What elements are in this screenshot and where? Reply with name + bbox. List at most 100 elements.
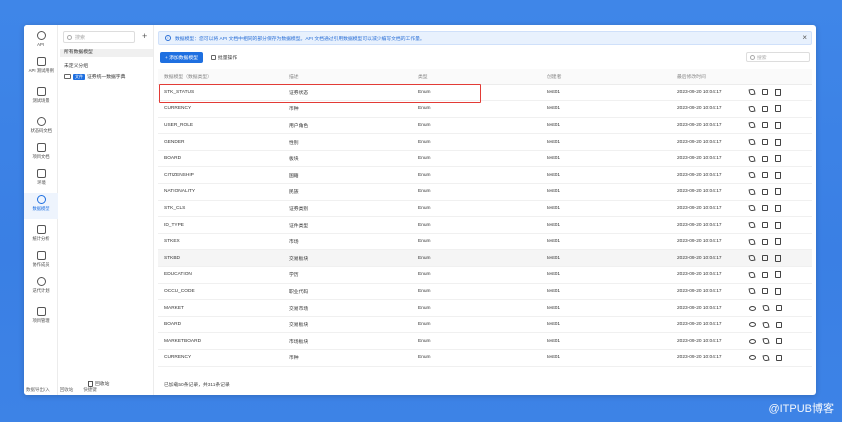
rail-item-1[interactable]: API 测试用例 <box>24 55 58 81</box>
copy-icon[interactable] <box>762 139 768 146</box>
edit-icon[interactable] <box>762 321 770 329</box>
table-row[interactable]: MARKET 交易市场 Enum test01 2023-09-20 10:04:17 <box>158 299 812 317</box>
rail-item-0[interactable]: API <box>24 29 58 55</box>
rail-item-5[interactable]: 环境 <box>24 167 58 193</box>
copy-icon[interactable] <box>776 321 782 328</box>
table-row[interactable]: MARKETBOARD 市场板块 Enum test01 2023-09-20 10:0… <box>158 332 812 350</box>
delete-icon[interactable] <box>775 238 781 246</box>
copy-icon[interactable] <box>762 255 768 262</box>
cell-name[interactable]: USER_ROLE <box>158 117 283 135</box>
cell-name[interactable]: STKEX <box>158 233 283 251</box>
copy-icon[interactable] <box>762 105 768 112</box>
table-row[interactable]: STK_STATUS 证券状态 Enum test01 2023-09-20 10:04… <box>158 84 812 102</box>
edit-icon[interactable] <box>748 271 756 279</box>
table-row[interactable]: STKBD 交易板块 Enum test01 2023-09-20 10:04:17 <box>158 249 812 268</box>
cell-name[interactable]: STKBD <box>158 249 283 268</box>
rail-item-6[interactable]: 数据模型 <box>24 193 58 219</box>
edit-icon[interactable] <box>748 171 756 179</box>
cell-name[interactable]: CURRENCY <box>158 100 283 118</box>
rail-item-4[interactable]: 项目文档 <box>24 141 58 167</box>
cell-name[interactable]: ID_TYPE <box>158 216 283 234</box>
delete-icon[interactable] <box>775 138 781 146</box>
cell-name[interactable]: MARKETBOARD <box>158 332 283 350</box>
delete-icon[interactable] <box>775 121 781 129</box>
delete-icon[interactable] <box>775 155 781 163</box>
view-icon[interactable] <box>749 322 756 328</box>
cell-name[interactable]: BOARD <box>158 150 283 168</box>
cell-name[interactable]: CITIZENSHIP <box>158 166 283 185</box>
edit-icon[interactable] <box>748 204 756 212</box>
view-icon[interactable] <box>749 305 756 311</box>
delete-icon[interactable] <box>775 254 781 262</box>
table-row[interactable]: BOARD 交易板块 Enum test01 2023-09-20 10:04:17 <box>158 316 812 334</box>
batch-operation-button[interactable]: 批量操作 <box>210 54 237 61</box>
delete-icon[interactable] <box>775 287 781 295</box>
copy-icon[interactable] <box>762 155 768 162</box>
copy-icon[interactable] <box>776 354 782 361</box>
tree-search-input[interactable]: 搜索 <box>63 31 135 43</box>
rail-item-10[interactable]: 项目管理 <box>24 305 58 331</box>
table-row[interactable]: CURRENCY 币种 Enum test01 2023-09-20 10:04:17 <box>158 100 812 118</box>
tree-item-all-models[interactable]: 所有数据模型 <box>60 49 153 57</box>
close-icon[interactable]: × <box>802 33 807 42</box>
edit-icon[interactable] <box>748 138 756 146</box>
rail-bottom-link[interactable]: 快捷键 <box>83 387 97 393</box>
delete-icon[interactable] <box>775 204 781 212</box>
add-model-button[interactable]: + 添加数据模型 <box>160 51 203 63</box>
cell-name[interactable]: STK_STATUS <box>158 84 283 102</box>
cell-name[interactable]: STK_CLS <box>158 200 283 218</box>
edit-icon[interactable] <box>762 304 770 312</box>
table-row[interactable]: NATIONALITY 民族 Enum test01 2023-09-20 10:04:… <box>158 183 812 201</box>
delete-icon[interactable] <box>775 171 781 179</box>
tree-item-folder[interactable]: 文件 证券统一数据字典 <box>64 73 125 80</box>
copy-icon[interactable] <box>762 271 768 278</box>
cell-name[interactable]: OCCU_CODE <box>158 283 283 301</box>
copy-icon[interactable] <box>762 205 768 212</box>
table-row[interactable]: USER_ROLE 用户角色 Enum test01 2023-09-20 10:04:… <box>158 117 812 135</box>
table-row[interactable]: STK_CLS 证券类别 Enum test01 2023-09-20 10:04:17 <box>158 200 812 218</box>
edit-icon[interactable] <box>748 88 756 96</box>
delete-icon[interactable] <box>775 105 781 113</box>
table-row[interactable]: ID_TYPE 证件类型 Enum test01 2023-09-20 10:04:17 <box>158 216 812 234</box>
rail-item-7[interactable]: 统计分析 <box>24 223 58 249</box>
copy-icon[interactable] <box>776 338 782 345</box>
cell-name[interactable]: GENDER <box>158 133 283 151</box>
copy-icon[interactable] <box>762 122 768 129</box>
copy-icon[interactable] <box>762 172 768 179</box>
copy-icon[interactable] <box>762 89 768 96</box>
edit-icon[interactable] <box>748 254 756 262</box>
edit-icon[interactable] <box>748 287 756 295</box>
rail-item-8[interactable]: 协作成员 <box>24 249 58 275</box>
delete-icon[interactable] <box>775 88 781 96</box>
delete-icon[interactable] <box>775 188 781 196</box>
view-icon[interactable] <box>749 338 756 344</box>
table-row[interactable]: CURRENCY 币种 Enum test01 2023-09-20 10:04:17 <box>158 349 812 367</box>
edit-icon[interactable] <box>748 238 756 246</box>
edit-icon[interactable] <box>748 188 756 196</box>
table-row[interactable]: GENDER 性别 Enum test01 2023-09-20 10:04:17 <box>158 133 812 151</box>
edit-icon[interactable] <box>748 155 756 163</box>
edit-icon[interactable] <box>762 337 770 345</box>
cell-name[interactable]: MARKET <box>158 299 283 317</box>
cell-name[interactable]: CURRENCY <box>158 349 283 367</box>
edit-icon[interactable] <box>748 122 756 129</box>
rail-item-2[interactable]: 测试场景 <box>24 85 58 111</box>
tree-item-ungrouped[interactable]: 未定义分组 <box>64 62 88 69</box>
add-group-button[interactable]: + <box>142 31 147 41</box>
rail-item-3[interactable]: 状态码文档 <box>24 115 58 141</box>
table-row[interactable]: EDUCATION 学历 Enum test01 2023-09-20 10:04:17 <box>158 266 812 284</box>
cell-name[interactable]: EDUCATION <box>158 266 283 284</box>
rail-item-9[interactable]: 迭代计划 <box>24 275 58 301</box>
table-row[interactable]: BOARD 板块 Enum test01 2023-09-20 10:04:17 <box>158 150 812 168</box>
cell-name[interactable]: BOARD <box>158 316 283 334</box>
copy-icon[interactable] <box>762 222 768 229</box>
edit-icon[interactable] <box>748 105 756 113</box>
edit-icon[interactable] <box>762 354 770 362</box>
rail-bottom-link[interactable]: 数据导出/入 <box>26 387 50 393</box>
edit-icon[interactable] <box>748 221 756 229</box>
table-row[interactable]: CITIZENSHIP 国籍 Enum test01 2023-09-20 10:04:… <box>158 166 812 185</box>
copy-icon[interactable] <box>762 288 768 295</box>
copy-icon[interactable] <box>776 305 782 312</box>
rail-bottom-link[interactable]: 回收站 <box>60 387 74 393</box>
table-row[interactable]: STKEX 市场 Enum test01 2023-09-20 10:04:17 <box>158 233 812 251</box>
